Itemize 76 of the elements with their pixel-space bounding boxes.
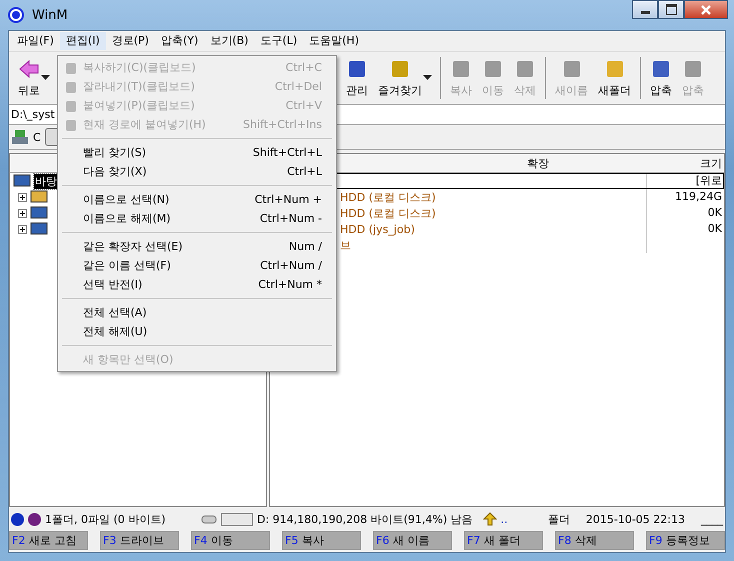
help-icon xyxy=(28,512,41,526)
free-space: D: 914,180,190,208 바이트(91,4%) 남음 xyxy=(257,512,473,526)
file-size: [위로 xyxy=(696,174,722,187)
file-name: HDD (jys_job) xyxy=(340,222,415,236)
toolbar-symbol-icon xyxy=(346,58,368,80)
function-key-button[interactable]: F4 이동 xyxy=(191,531,270,550)
toolbar-button[interactable]: 압축 xyxy=(645,56,677,100)
maximize-button[interactable] xyxy=(658,0,684,19)
menu-item[interactable]: 도움말(H) xyxy=(303,32,365,50)
menu-item[interactable]: 전체 선택(A) xyxy=(58,303,336,322)
menu-item[interactable]: 같은 이름 선택(F) Ctrl+Num / xyxy=(58,256,336,275)
disk-gauge xyxy=(221,512,253,526)
menu-item[interactable]: 이름으로 선택(N) Ctrl+Num + xyxy=(58,190,336,209)
caret-icon[interactable] xyxy=(423,75,432,81)
toolbar-button[interactable]: 새폴더 xyxy=(593,56,636,100)
toolbar-button[interactable]: 뒤로 xyxy=(13,56,45,100)
column-header[interactable]: 크기 xyxy=(647,156,724,170)
file-size: 0K xyxy=(708,222,722,235)
menu-item[interactable]: 압축(Y) xyxy=(154,32,204,50)
menu-item[interactable]: 도구(L) xyxy=(254,32,304,50)
app-logo-icon xyxy=(8,7,24,23)
toolbar-symbol-icon xyxy=(389,58,411,80)
minimize-button[interactable] xyxy=(632,0,658,19)
item-date: 2015-10-05 22:13 xyxy=(586,512,685,526)
info-icon xyxy=(11,512,24,526)
function-key-button[interactable]: F5 복사 xyxy=(282,531,361,550)
file-name: 브 xyxy=(340,238,351,252)
toolbar-button[interactable]: 즐겨찾기 xyxy=(373,56,427,100)
close-button[interactable] xyxy=(684,0,728,19)
function-key-button[interactable]: F9 등록정보 xyxy=(646,531,725,550)
file-name: HDD (로컬 디스크) xyxy=(340,206,436,220)
caret-icon[interactable] xyxy=(41,75,50,81)
expand-icon[interactable] xyxy=(18,192,27,202)
file-size: 119,24G xyxy=(674,190,722,203)
tree-node-icon xyxy=(30,206,48,220)
function-key-button[interactable]: F3 드라이브 xyxy=(100,531,179,550)
tree-node-icon xyxy=(30,222,48,236)
menu-item[interactable]: 경로(P) xyxy=(106,32,155,50)
toolbar-symbol-icon xyxy=(18,58,40,80)
menu-item[interactable]: 편집(I) xyxy=(60,32,106,50)
toolbar-symbol-icon xyxy=(514,58,536,80)
menu-item[interactable]: 파일(F) xyxy=(11,32,60,50)
selection-count: 1폴더, 0파일 (0 바이트) xyxy=(45,512,167,526)
expand-icon[interactable] xyxy=(18,208,27,218)
menu-item[interactable]: 같은 확장자 선택(E) Num / xyxy=(58,237,336,256)
toolbar-symbol-icon xyxy=(450,58,472,80)
item-type: 폴더 xyxy=(548,512,570,526)
file-name: HDD (로컬 디스크) xyxy=(340,190,436,204)
expand-icon[interactable] xyxy=(18,224,27,234)
menu-item[interactable]: 이름으로 해제(M) Ctrl+Num - xyxy=(58,209,336,228)
tree-node-icon xyxy=(13,174,31,188)
menu-item[interactable]: 빨리 찾기(S) Shift+Ctrl+L xyxy=(58,143,336,162)
item-attributes: ____ xyxy=(701,512,723,526)
column-header[interactable]: 확장 xyxy=(527,156,647,170)
drive-icon xyxy=(11,129,29,145)
function-key-button[interactable]: F7 새 폴더 xyxy=(464,531,543,550)
tree-item[interactable]: 바탕 xyxy=(34,174,58,188)
tree-node-icon xyxy=(30,190,48,204)
toolbar-button[interactable]: 관리 xyxy=(341,56,373,100)
parent-link[interactable]: .. xyxy=(500,512,508,526)
toolbar-symbol-icon xyxy=(650,58,672,80)
window-title: WinM xyxy=(32,8,68,22)
up-arrow-icon[interactable] xyxy=(482,512,497,526)
menu-item[interactable]: 전체 해제(U) xyxy=(58,322,336,341)
toolbar-symbol-icon xyxy=(682,58,704,80)
menu-item[interactable]: 다음 찾기(X) Ctrl+L xyxy=(58,162,336,181)
function-key-button[interactable]: F8 삭제 xyxy=(555,531,634,550)
menu-item[interactable]: 선택 반전(I) Ctrl+Num * xyxy=(58,275,336,294)
drive-icon xyxy=(201,514,217,524)
function-key-button[interactable]: F6 새 이름 xyxy=(373,531,452,550)
drive-label[interactable]: C xyxy=(33,130,41,144)
close-icon xyxy=(700,4,712,14)
file-size: 0K xyxy=(708,206,722,219)
toolbar-symbol-icon xyxy=(482,58,504,80)
menu-item[interactable]: 보기(B) xyxy=(204,32,254,50)
function-key-button[interactable]: F2 새로 고침 xyxy=(9,531,88,550)
